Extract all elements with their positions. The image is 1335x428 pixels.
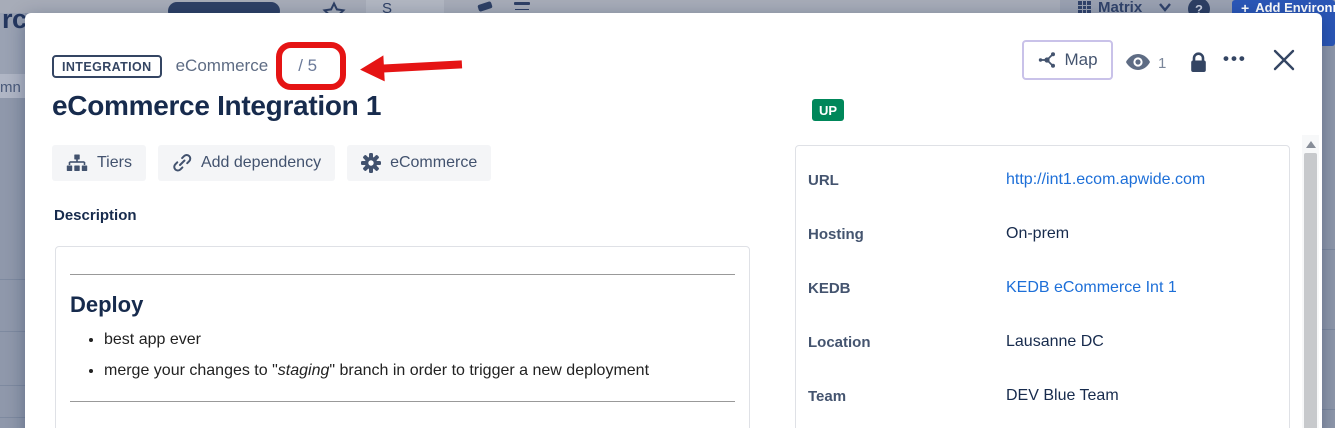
background-row-divider bbox=[0, 385, 25, 386]
background-row-divider bbox=[0, 331, 25, 332]
description-panel: Deploy best app ever merge your changes … bbox=[55, 246, 750, 428]
tiers-button-label: Tiers bbox=[97, 154, 132, 172]
lock-icon bbox=[1189, 52, 1208, 73]
details-panel: URL http://int1.ecom.apwide.com Hosting … bbox=[795, 145, 1290, 428]
detail-label: Location bbox=[808, 334, 1006, 351]
type-badge: INTEGRATION bbox=[52, 55, 162, 78]
close-button[interactable] bbox=[1272, 48, 1296, 72]
more-actions-button[interactable]: ••• bbox=[1223, 49, 1247, 69]
detail-label: KEDB bbox=[808, 280, 1006, 297]
add-dependency-button[interactable]: Add dependency bbox=[158, 145, 335, 181]
kedb-link[interactable]: KEDB eCommerce Int 1 bbox=[1006, 279, 1177, 297]
tiers-button[interactable]: Tiers bbox=[52, 145, 146, 181]
link-icon bbox=[172, 153, 192, 173]
detail-value: DEV Blue Team bbox=[1006, 387, 1119, 405]
divider bbox=[70, 401, 735, 402]
list-item: best app ever bbox=[104, 324, 737, 355]
annotation-arrow bbox=[360, 51, 463, 82]
background-column-fragment: mn bbox=[0, 79, 21, 96]
detail-value: Lausanne DC bbox=[1006, 333, 1104, 351]
background-row-divider bbox=[1322, 249, 1335, 250]
background-row-divider bbox=[1322, 329, 1335, 330]
background-filter-icon bbox=[514, 2, 530, 5]
ecommerce-settings-button[interactable]: eCommerce bbox=[347, 145, 491, 181]
detail-label: Hosting bbox=[808, 226, 1006, 243]
chevron-down-icon[interactable] bbox=[1158, 2, 1172, 12]
detail-row-url: URL http://int1.ecom.apwide.com bbox=[796, 153, 1289, 207]
eye-icon bbox=[1125, 53, 1151, 71]
background-search-field bbox=[366, 0, 444, 13]
scrollbar[interactable] bbox=[1302, 135, 1319, 428]
breadcrumb-count-wrap: / 5 bbox=[282, 46, 333, 86]
status-badge: UP bbox=[812, 99, 844, 121]
background-row-divider bbox=[0, 417, 25, 418]
description-list: best app ever merge your changes to "sta… bbox=[68, 324, 737, 386]
lock-button[interactable] bbox=[1189, 52, 1208, 73]
watchers-button[interactable] bbox=[1125, 53, 1151, 71]
close-icon bbox=[1272, 48, 1296, 72]
detail-label: URL bbox=[808, 172, 1006, 189]
detail-value: On-prem bbox=[1006, 225, 1069, 243]
scrollbar-up-arrow[interactable] bbox=[1306, 141, 1316, 148]
map-network-icon bbox=[1037, 50, 1057, 70]
environment-details-dialog: INTEGRATION eCommerce / 5 bbox=[25, 13, 1322, 428]
description-heading: Deploy bbox=[70, 292, 735, 318]
detail-row-kedb: KEDB KEDB eCommerce Int 1 bbox=[796, 261, 1289, 315]
background-row-divider bbox=[0, 279, 25, 280]
detail-row-location: Location Lausanne DC bbox=[796, 315, 1289, 369]
map-button-label: Map bbox=[1064, 50, 1097, 70]
add-dependency-label: Add dependency bbox=[201, 154, 321, 172]
detail-label: Team bbox=[808, 388, 1006, 405]
watchers-count: 1 bbox=[1158, 55, 1166, 72]
action-buttons: Tiers Add dependency bbox=[52, 145, 491, 181]
background-page-title-fragment: rc bbox=[2, 4, 27, 35]
breadcrumb-count: / 5 bbox=[298, 56, 317, 75]
map-button[interactable]: Map bbox=[1022, 40, 1113, 80]
gear-icon bbox=[361, 153, 381, 173]
page-title: eCommerce Integration 1 bbox=[52, 90, 381, 122]
divider bbox=[70, 274, 735, 275]
breadcrumb-parent[interactable]: eCommerce bbox=[176, 56, 269, 76]
scrollbar-thumb[interactable] bbox=[1304, 153, 1317, 428]
list-item: merge your changes to "staging" branch i… bbox=[104, 355, 737, 386]
detail-row-hosting: Hosting On-prem bbox=[796, 207, 1289, 261]
tiers-icon bbox=[66, 154, 88, 172]
background-row-divider bbox=[1322, 409, 1335, 410]
ecommerce-button-label: eCommerce bbox=[390, 154, 477, 172]
url-link[interactable]: http://int1.ecom.apwide.com bbox=[1006, 171, 1205, 189]
screen: rc S Matrix ? + Add Environment mn INTEG… bbox=[0, 0, 1335, 428]
description-field-label: Description bbox=[54, 207, 137, 224]
detail-row-team: Team DEV Blue Team bbox=[796, 369, 1289, 423]
breadcrumb: INTEGRATION eCommerce / 5 bbox=[52, 46, 333, 86]
